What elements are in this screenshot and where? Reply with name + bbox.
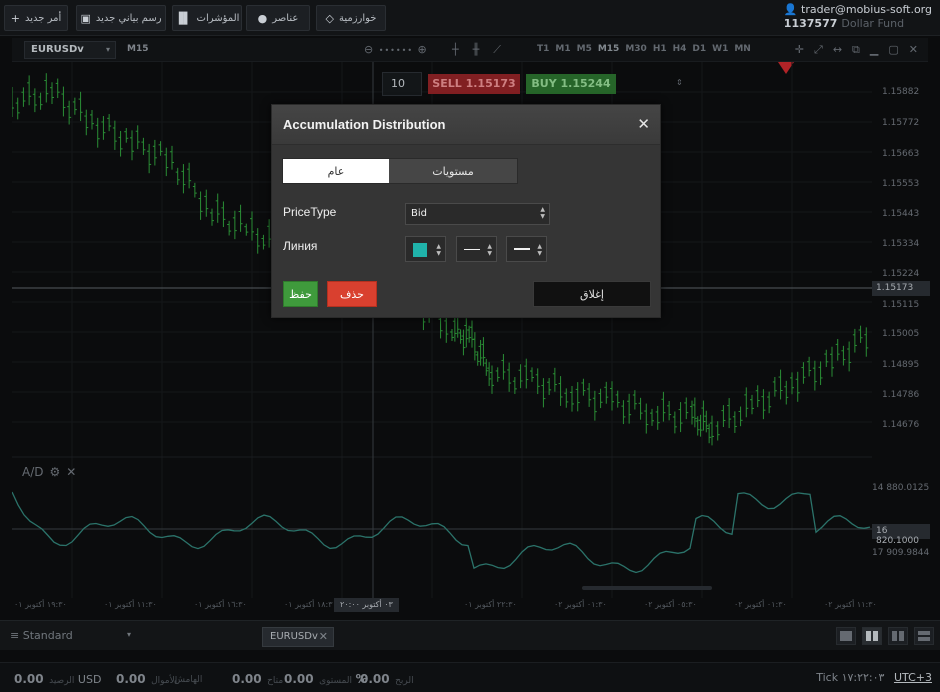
- dialog-tabs: عام مستويات: [282, 158, 518, 184]
- delete-button[interactable]: حذف: [327, 281, 377, 307]
- spinner-icon: ▲ ▼: [540, 206, 545, 220]
- indicators-label: المؤشرات: [196, 12, 240, 24]
- tab-general[interactable]: عام: [283, 159, 389, 183]
- line-width-sample: [514, 248, 530, 250]
- line-style-sample: [464, 249, 480, 250]
- dialog-title: Accumulation Distribution: [283, 117, 446, 132]
- plus-icon: +: [10, 11, 20, 25]
- main-toolbar: + أمر جديد ▣ رسم بياني جديد ▐▌ المؤشرات …: [0, 0, 940, 36]
- save-button[interactable]: حفظ: [283, 281, 318, 307]
- indicators-button[interactable]: ▐▌ المؤشرات: [172, 5, 242, 31]
- close-button[interactable]: إغلاق: [533, 281, 651, 307]
- new-order-button[interactable]: + أمر جديد: [4, 5, 68, 31]
- line-style-select[interactable]: ▲ ▼: [456, 236, 497, 262]
- line-width-select[interactable]: ▲ ▼: [506, 236, 547, 262]
- tab-levels[interactable]: مستويات: [389, 159, 517, 183]
- spinner-icon: ▲ ▼: [537, 243, 542, 257]
- account-number: 1137577: [783, 17, 838, 30]
- price-type-label: PriceType: [283, 205, 337, 219]
- new-chart-label: رسم بياني جديد: [95, 12, 162, 24]
- bars-icon: ▐▌: [174, 11, 192, 25]
- elements-label: عناصر: [272, 12, 299, 24]
- elements-button[interactable]: ● عناصر: [246, 5, 310, 31]
- algorithms-label: خوارزمية: [338, 12, 377, 24]
- indicator-settings-dialog: Accumulation Distribution ✕ عام مستويات …: [271, 104, 661, 318]
- close-icon[interactable]: ✕: [637, 115, 650, 133]
- account-email: trader@mobius-soft.org: [801, 3, 932, 16]
- price-type-select[interactable]: Bid ▲ ▼: [405, 203, 550, 225]
- algorithms-button[interactable]: ◇ خوارزمية: [316, 5, 386, 31]
- dialog-header: Accumulation Distribution ✕: [272, 105, 660, 145]
- price-type-value: Bid: [411, 208, 427, 219]
- spinner-icon: ▲ ▼: [487, 243, 492, 257]
- account-fund: Dollar Fund: [841, 17, 905, 30]
- chart-icon: ▣: [80, 11, 91, 25]
- spinner-icon: ▲ ▼: [436, 243, 441, 257]
- diamond-icon: ◇: [325, 11, 334, 25]
- trading-app: + أمر جديد ▣ رسم بياني جديد ▐▌ المؤشرات …: [0, 0, 940, 692]
- user-icon: 👤: [783, 3, 798, 16]
- new-chart-button[interactable]: ▣ رسم بياني جديد: [76, 5, 166, 31]
- new-order-label: أمر جديد: [24, 12, 62, 24]
- elements-icon: ●: [257, 11, 268, 25]
- line-label: Линия: [283, 239, 318, 253]
- account-info[interactable]: 👤 trader@mobius-soft.org 1137577 Dollar F…: [784, 3, 932, 31]
- line-color-picker[interactable]: ▲ ▼: [405, 236, 446, 262]
- color-swatch: [413, 243, 427, 257]
